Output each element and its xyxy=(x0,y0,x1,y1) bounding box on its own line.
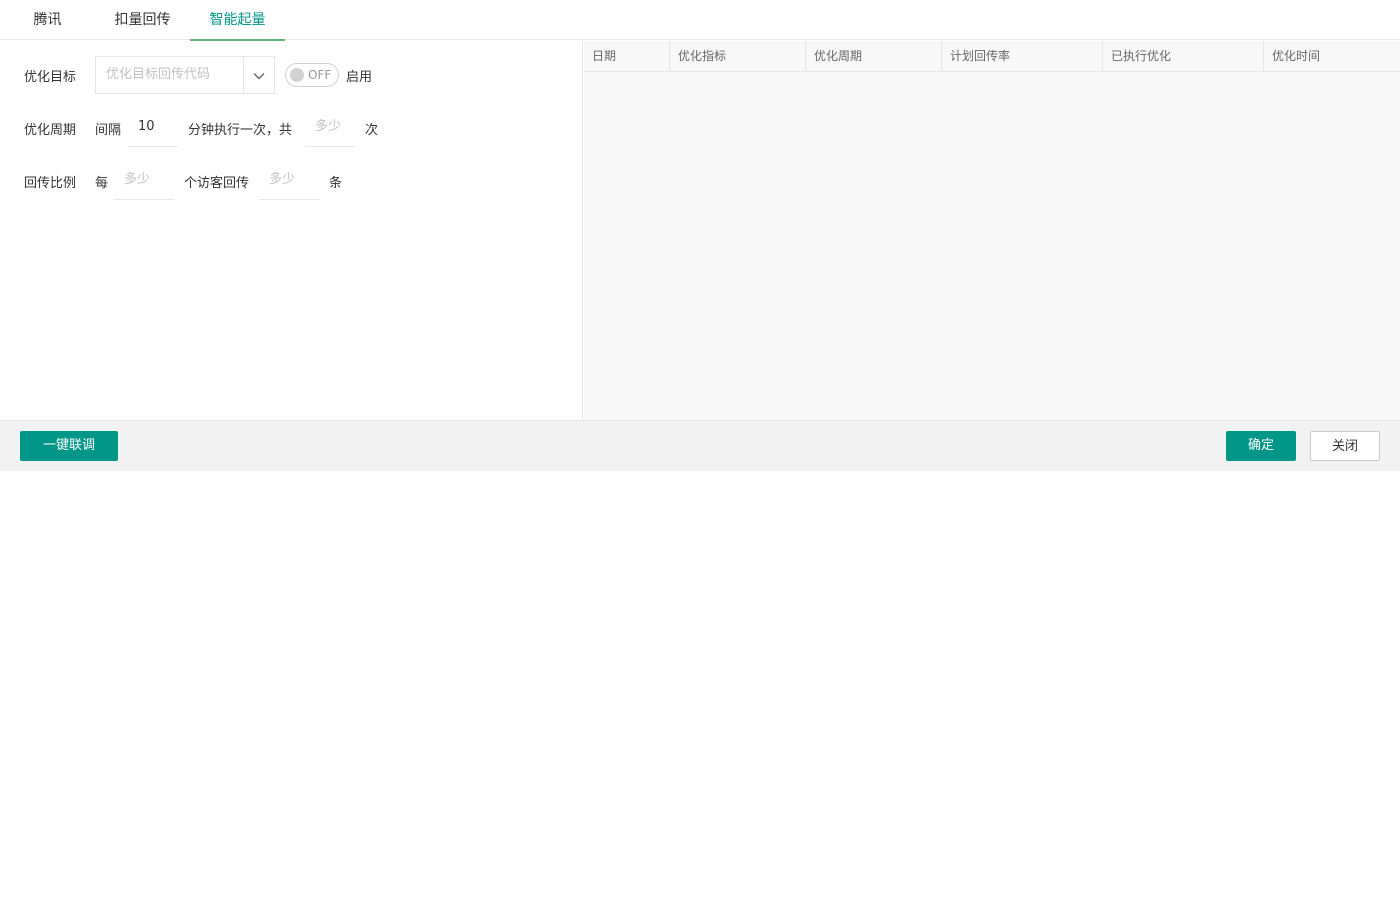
column-header-time: 优化时间 xyxy=(1272,49,1321,63)
column-header-cycle: 优化周期 xyxy=(806,41,942,71)
visitors-text: 个访客回传 xyxy=(184,176,250,191)
confirm-button[interactable]: 确定 xyxy=(1226,431,1296,461)
target-select[interactable]: 优化目标回传代码 xyxy=(95,56,275,94)
per-visitors-input[interactable]: 多少 xyxy=(114,162,174,200)
interval-text: 间隔 xyxy=(95,123,122,138)
ratio-label: 回传比例 xyxy=(24,176,77,191)
target-select-placeholder[interactable]: 优化目标回传代码 xyxy=(106,57,210,93)
enable-label: 启用 xyxy=(346,70,373,85)
close-button[interactable]: 关闭 xyxy=(1310,431,1380,461)
times-input[interactable]: 多少 xyxy=(305,109,355,147)
count-unit: 条 xyxy=(329,176,343,191)
records-table: 日期 优化指标 优化周期 计划回传率 已执行优化 优化时间 xyxy=(584,41,1400,420)
every-text: 每 xyxy=(95,176,109,191)
toggle-state-text: OFF xyxy=(308,68,332,82)
enable-toggle[interactable]: OFF xyxy=(285,63,339,87)
tab-bar: 腾讯 扣量回传 智能起量 xyxy=(0,0,1400,41)
postback-count-input[interactable]: 多少 xyxy=(259,162,319,200)
target-label: 优化目标 xyxy=(24,70,77,85)
column-header-executed: 已执行优化 xyxy=(1103,41,1264,71)
interval-input[interactable]: 10 xyxy=(128,109,178,147)
footer-bar: 一键联调 确定 关闭 xyxy=(0,420,1400,471)
times-unit: 次 xyxy=(365,123,379,138)
settings-form: 优化目标 优化目标回传代码 OFF 启用 优化周期 间隔 10 分钟执行一次，共… xyxy=(0,41,583,420)
one-click-debug-button[interactable]: 一键联调 xyxy=(20,431,118,461)
column-header-planned-rate: 计划回传率 xyxy=(942,41,1103,71)
chevron-down-icon[interactable] xyxy=(243,57,274,93)
tab-smart-boost[interactable]: 智能起量 xyxy=(190,0,285,41)
toggle-knob xyxy=(290,68,304,82)
column-header-date: 日期 xyxy=(584,41,670,71)
table-header: 日期 优化指标 优化周期 计划回传率 已执行优化 优化时间 xyxy=(584,41,1400,72)
minutes-text: 分钟执行一次，共 xyxy=(188,123,293,138)
tab-deduct-postback[interactable]: 扣量回传 xyxy=(95,0,190,40)
cycle-label: 优化周期 xyxy=(24,123,77,138)
tab-tencent[interactable]: 腾讯 xyxy=(0,0,95,40)
column-header-metric: 优化指标 xyxy=(670,41,806,71)
